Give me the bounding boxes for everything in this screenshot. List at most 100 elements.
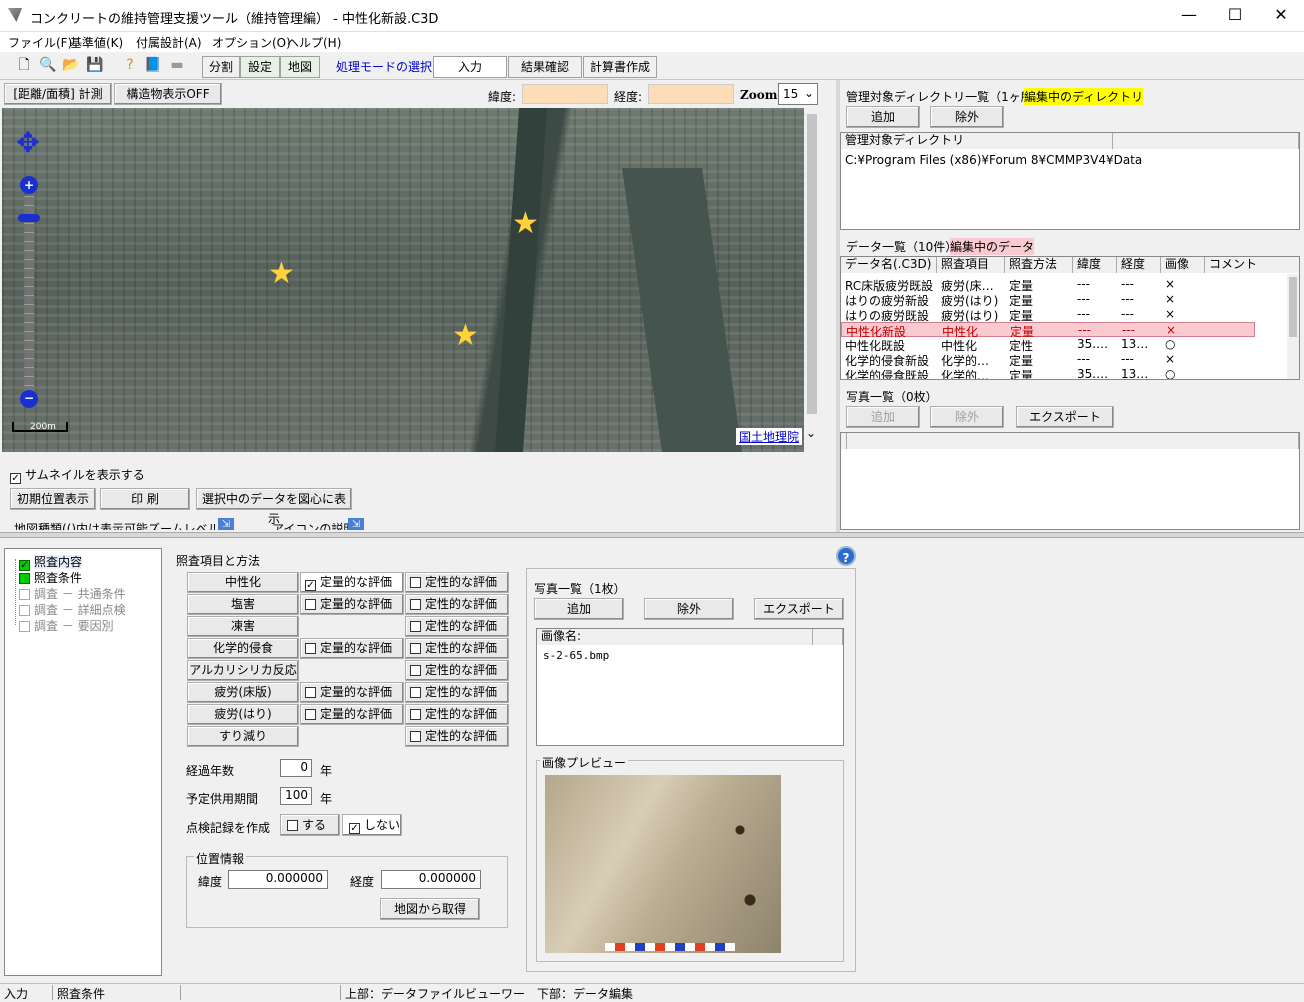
qualitative-checkbox[interactable]: 定性的な評価 [405,572,509,593]
structure-toggle-button[interactable]: 構造物表示OFF [114,83,222,105]
directory-add-button[interactable]: 追加 [846,106,920,128]
star-marker-icon[interactable]: ★ [452,318,479,353]
col-header-lon[interactable]: 経度 [1117,257,1161,273]
qualitative-checkbox[interactable]: 定性的な評価 [405,638,509,659]
menu-help[interactable]: ヘルプ(H) [287,34,341,51]
map-lon-field[interactable] [648,84,734,104]
expand-icon[interactable]: ⇲ [348,518,364,530]
check-item-button[interactable]: 化学的侵食 [187,638,299,659]
record-no-option[interactable]: ✓ しない [342,814,402,836]
directory-header[interactable]: 管理対象ディレクトリ [841,133,1113,149]
menu-standard[interactable]: 基準値(K) [70,34,123,51]
qualitative-checkbox[interactable]: 定性的な評価 [405,726,509,747]
center-data-button[interactable]: 選択中のデータを図心に表示 [196,488,352,526]
photo-list-top[interactable] [840,432,1300,530]
data-list[interactable]: データ名(.C3D) 照査項目 照査方法 緯度 経度 画像 コメント RC床版疲… [840,256,1300,380]
col-header-comment[interactable]: コメント [1205,257,1299,273]
zoom-handle[interactable] [18,214,40,222]
check-item-button[interactable]: 疲労(はり) [187,704,299,725]
aerial-map[interactable]: ★ ★ ★ ✥ + − 200m 国土地理院 ⌄ [2,108,820,452]
data-list-scroll-thumb[interactable] [1289,277,1297,337]
zoom-select[interactable]: 15 ⌄ [778,83,818,105]
star-marker-icon[interactable]: ★ [512,206,539,241]
help-icon[interactable]: ? [836,546,856,566]
qualitative-checkbox[interactable]: 定性的な評価 [405,594,509,615]
expand-icon[interactable]: ⇲ [218,518,234,530]
book-icon[interactable]: 📘 [143,55,163,75]
table-row[interactable]: はりの疲労既設 疲労(はり) 定量 --- --- × [841,307,1281,323]
quantitative-checkbox[interactable]: 定量的な評価 [300,682,404,703]
tab-map[interactable]: 地図 [280,56,320,78]
photo-export-button[interactable]: エクスポート [1016,406,1114,428]
check-item-button[interactable]: 中性化 [187,572,299,593]
col-header-name[interactable]: データ名(.C3D) [841,257,937,273]
table-row[interactable]: 中性化既設 中性化 定性 35.… 13… ○ [841,337,1281,353]
col-header-image[interactable]: 画像 [1161,257,1205,273]
map-lat-field[interactable] [522,84,608,104]
qualitative-checkbox[interactable]: 定性的な評価 [405,660,509,681]
tree-item-survey-common[interactable]: 調査 － 共通条件 [19,585,126,602]
print-button[interactable]: 印 刷 [100,488,190,510]
photos-remove-button[interactable]: 除外 [644,598,734,620]
map-credit[interactable]: 国土地理院 [736,428,803,445]
check-item-button[interactable]: 疲労(床版) [187,682,299,703]
open-folder-icon[interactable]: 📂 [61,55,81,75]
photo-remove-button[interactable]: 除外 [930,406,1004,428]
init-position-button[interactable]: 初期位置表示 [10,488,96,510]
close-button[interactable]: ✕ [1258,0,1304,32]
directory-path[interactable]: C:¥Program Files (x86)¥Forum 8¥CMMP3V4¥D… [845,153,1142,167]
table-row[interactable]: はりの疲労新設 疲労(はり) 定量 --- --- × [841,292,1281,308]
help-icon[interactable]: ? [120,55,140,75]
quantitative-checkbox[interactable]: 定量的な評価 [300,594,404,615]
table-row[interactable]: 化学的侵食新設 化学的… 定量 --- --- × [841,352,1281,368]
tree-view[interactable]: ✓ 照査内容 照査条件 調査 － 共通条件 調査 － 詳細点検 調査 － 要因別 [4,548,162,976]
zoom-slider[interactable] [24,196,34,392]
mode-result[interactable]: 結果確認 [508,56,582,78]
col-header-method[interactable]: 照査方法 [1005,257,1073,273]
photo-file-item[interactable]: s-2-65.bmp [543,649,609,662]
horizontal-splitter[interactable] [0,532,1304,538]
photos-add-button[interactable]: 追加 [534,598,624,620]
check-item-button[interactable]: 塩害 [187,594,299,615]
directory-list[interactable]: 管理対象ディレクトリ C:¥Program Files (x86)¥Forum … [840,132,1300,230]
qualitative-checkbox[interactable]: 定性的な評価 [405,704,509,725]
position-lon-field[interactable]: 0.000000 [381,870,481,889]
years-field[interactable]: 0 [280,759,312,777]
photos-export-button[interactable]: エクスポート [754,598,844,620]
quantitative-checkbox[interactable]: ✓ 定量的な評価 [300,572,404,593]
tab-settings[interactable]: 設定 [240,56,280,78]
col-header-item[interactable]: 照査項目 [937,257,1005,273]
col-header-lat[interactable]: 緯度 [1073,257,1117,273]
tree-item-check-conditions[interactable]: 照査条件 [19,569,82,586]
thumbnail-checkbox[interactable]: ✓ サムネイルを表示する [10,466,145,484]
mode-input[interactable]: 入力 [433,56,507,78]
service-field[interactable]: 100 [280,787,312,805]
record-yes-option[interactable]: する [280,814,340,836]
qualitative-checkbox[interactable]: 定性的な評価 [405,616,509,637]
check-item-button[interactable]: 凍害 [187,616,299,637]
zoom-in-icon[interactable]: + [20,176,38,194]
position-lat-field[interactable]: 0.000000 [228,870,328,889]
menu-design[interactable]: 付属設計(A) [136,34,202,51]
save-icon[interactable]: 💾 [85,55,105,75]
zoom-out-icon[interactable]: − [20,390,38,408]
minimize-button[interactable]: — [1166,0,1212,32]
preview-icon[interactable]: 🔍 [38,55,58,75]
star-marker-icon[interactable]: ★ [268,256,295,291]
tree-item-survey-factor[interactable]: 調査 － 要因別 [19,617,114,634]
tree-item-survey-detail[interactable]: 調査 － 詳細点検 [19,601,126,618]
photos-header[interactable]: 画像名: [537,629,813,645]
measure-button[interactable]: [距離/面積] 計測 [4,83,112,105]
quantitative-checkbox[interactable]: 定量的な評価 [300,704,404,725]
table-row[interactable]: 化学的侵食既設 化学的… 定量 35.… 13… ○ [841,367,1281,379]
quantitative-checkbox[interactable]: 定量的な評価 [300,638,404,659]
table-row[interactable]: RC床版疲労既設 疲労(床… 定量 --- --- × [841,277,1281,293]
check-item-button[interactable]: すり減り [187,726,299,747]
from-map-button[interactable]: 地図から取得 [380,898,480,920]
mode-report[interactable]: 計算書作成 [583,56,657,78]
new-file-icon[interactable]: 🗋 [14,55,34,75]
check-item-button[interactable]: アルカリシリカ反応 [187,660,299,681]
scroll-down-icon[interactable]: ⌄ [806,426,816,440]
table-row[interactable]: 中性化新設 中性化 定量 --- --- × [841,322,1255,339]
menu-option[interactable]: オプション(O) [212,34,291,51]
